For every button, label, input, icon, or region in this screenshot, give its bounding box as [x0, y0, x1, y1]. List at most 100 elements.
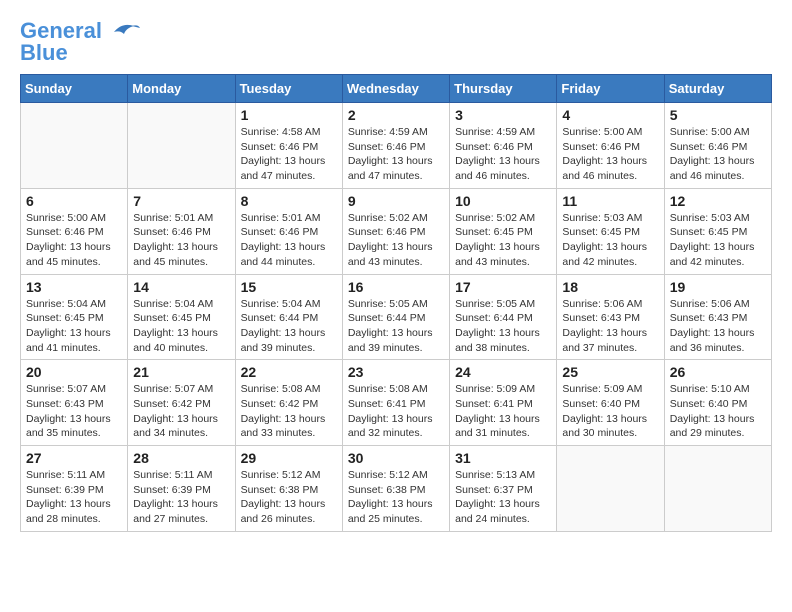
day-number: 9 [348, 193, 444, 209]
day-number: 18 [562, 279, 658, 295]
day-number: 6 [26, 193, 122, 209]
calendar-cell: 30 Sunrise: 5:12 AM Sunset: 6:38 PM Dayli… [342, 446, 449, 532]
page-header: General Blue [20, 20, 772, 64]
weekday-header: Monday [128, 75, 235, 103]
weekday-header: Wednesday [342, 75, 449, 103]
day-info: Sunrise: 5:11 AM Sunset: 6:39 PM Dayligh… [133, 468, 229, 527]
calendar-week-row: 27 Sunrise: 5:11 AM Sunset: 6:39 PM Dayli… [21, 446, 772, 532]
day-info: Sunrise: 5:09 AM Sunset: 6:40 PM Dayligh… [562, 382, 658, 441]
day-number: 13 [26, 279, 122, 295]
calendar-cell: 4 Sunrise: 5:00 AM Sunset: 6:46 PM Daylig… [557, 103, 664, 189]
day-info: Sunrise: 5:06 AM Sunset: 6:43 PM Dayligh… [670, 297, 766, 356]
day-number: 4 [562, 107, 658, 123]
day-info: Sunrise: 5:04 AM Sunset: 6:44 PM Dayligh… [241, 297, 337, 356]
day-number: 20 [26, 364, 122, 380]
calendar-week-row: 13 Sunrise: 5:04 AM Sunset: 6:45 PM Dayli… [21, 274, 772, 360]
day-number: 23 [348, 364, 444, 380]
calendar-cell: 21 Sunrise: 5:07 AM Sunset: 6:42 PM Dayli… [128, 360, 235, 446]
day-number: 2 [348, 107, 444, 123]
day-info: Sunrise: 5:11 AM Sunset: 6:39 PM Dayligh… [26, 468, 122, 527]
calendar-cell [21, 103, 128, 189]
day-info: Sunrise: 5:09 AM Sunset: 6:41 PM Dayligh… [455, 382, 551, 441]
logo-bird-icon [104, 20, 140, 42]
calendar-cell: 11 Sunrise: 5:03 AM Sunset: 6:45 PM Dayli… [557, 188, 664, 274]
day-number: 3 [455, 107, 551, 123]
day-info: Sunrise: 5:00 AM Sunset: 6:46 PM Dayligh… [26, 211, 122, 270]
logo-blue: Blue [20, 42, 68, 64]
calendar-cell: 6 Sunrise: 5:00 AM Sunset: 6:46 PM Daylig… [21, 188, 128, 274]
calendar-header-row: SundayMondayTuesdayWednesdayThursdayFrid… [21, 75, 772, 103]
calendar-week-row: 20Sunrise: 5:07 AM Sunset: 6:43 PM Dayli… [21, 360, 772, 446]
day-number: 25 [562, 364, 658, 380]
day-info: Sunrise: 5:03 AM Sunset: 6:45 PM Dayligh… [562, 211, 658, 270]
day-info: Sunrise: 4:59 AM Sunset: 6:46 PM Dayligh… [348, 125, 444, 184]
day-number: 15 [241, 279, 337, 295]
day-number: 8 [241, 193, 337, 209]
calendar-cell: 27 Sunrise: 5:11 AM Sunset: 6:39 PM Dayli… [21, 446, 128, 532]
calendar-cell: 8 Sunrise: 5:01 AM Sunset: 6:46 PM Daylig… [235, 188, 342, 274]
logo-text: General [20, 20, 102, 42]
day-number: 21 [133, 364, 229, 380]
calendar-cell: 7Sunrise: 5:01 AM Sunset: 6:46 PM Daylig… [128, 188, 235, 274]
calendar-cell: 5 Sunrise: 5:00 AM Sunset: 6:46 PM Daylig… [664, 103, 771, 189]
day-info: Sunrise: 5:05 AM Sunset: 6:44 PM Dayligh… [348, 297, 444, 356]
calendar-cell: 18Sunrise: 5:06 AM Sunset: 6:43 PM Dayli… [557, 274, 664, 360]
weekday-header: Saturday [664, 75, 771, 103]
day-number: 24 [455, 364, 551, 380]
calendar-cell: 13 Sunrise: 5:04 AM Sunset: 6:45 PM Dayli… [21, 274, 128, 360]
calendar-cell: 25 Sunrise: 5:09 AM Sunset: 6:40 PM Dayli… [557, 360, 664, 446]
calendar-cell: 10Sunrise: 5:02 AM Sunset: 6:45 PM Dayli… [450, 188, 557, 274]
day-number: 12 [670, 193, 766, 209]
calendar-cell: 16 Sunrise: 5:05 AM Sunset: 6:44 PM Dayli… [342, 274, 449, 360]
calendar-cell [557, 446, 664, 532]
day-info: Sunrise: 5:08 AM Sunset: 6:41 PM Dayligh… [348, 382, 444, 441]
day-number: 7 [133, 193, 229, 209]
day-info: Sunrise: 5:12 AM Sunset: 6:38 PM Dayligh… [348, 468, 444, 527]
calendar-cell: 2 Sunrise: 4:59 AM Sunset: 6:46 PM Daylig… [342, 103, 449, 189]
day-number: 26 [670, 364, 766, 380]
calendar-cell: 26Sunrise: 5:10 AM Sunset: 6:40 PM Dayli… [664, 360, 771, 446]
calendar-cell: 31Sunrise: 5:13 AM Sunset: 6:37 PM Dayli… [450, 446, 557, 532]
day-info: Sunrise: 5:04 AM Sunset: 6:45 PM Dayligh… [133, 297, 229, 356]
day-info: Sunrise: 5:02 AM Sunset: 6:46 PM Dayligh… [348, 211, 444, 270]
calendar-cell: 3 Sunrise: 4:59 AM Sunset: 6:46 PM Daylig… [450, 103, 557, 189]
day-number: 19 [670, 279, 766, 295]
calendar-cell: 19 Sunrise: 5:06 AM Sunset: 6:43 PM Dayli… [664, 274, 771, 360]
calendar-table: SundayMondayTuesdayWednesdayThursdayFrid… [20, 74, 772, 532]
day-info: Sunrise: 4:58 AM Sunset: 6:46 PM Dayligh… [241, 125, 337, 184]
day-number: 14 [133, 279, 229, 295]
day-number: 22 [241, 364, 337, 380]
day-number: 30 [348, 450, 444, 466]
day-info: Sunrise: 5:01 AM Sunset: 6:46 PM Dayligh… [241, 211, 337, 270]
calendar-cell [664, 446, 771, 532]
day-info: Sunrise: 5:08 AM Sunset: 6:42 PM Dayligh… [241, 382, 337, 441]
day-info: Sunrise: 5:04 AM Sunset: 6:45 PM Dayligh… [26, 297, 122, 356]
day-info: Sunrise: 5:03 AM Sunset: 6:45 PM Dayligh… [670, 211, 766, 270]
weekday-header: Tuesday [235, 75, 342, 103]
day-number: 11 [562, 193, 658, 209]
calendar-cell: 9 Sunrise: 5:02 AM Sunset: 6:46 PM Daylig… [342, 188, 449, 274]
calendar-cell: 22 Sunrise: 5:08 AM Sunset: 6:42 PM Dayli… [235, 360, 342, 446]
day-number: 1 [241, 107, 337, 123]
day-number: 29 [241, 450, 337, 466]
day-info: Sunrise: 5:12 AM Sunset: 6:38 PM Dayligh… [241, 468, 337, 527]
day-number: 16 [348, 279, 444, 295]
day-number: 27 [26, 450, 122, 466]
day-number: 17 [455, 279, 551, 295]
day-info: Sunrise: 5:00 AM Sunset: 6:46 PM Dayligh… [670, 125, 766, 184]
weekday-header: Friday [557, 75, 664, 103]
calendar-cell: 20Sunrise: 5:07 AM Sunset: 6:43 PM Dayli… [21, 360, 128, 446]
calendar-cell: 29 Sunrise: 5:12 AM Sunset: 6:38 PM Dayli… [235, 446, 342, 532]
calendar-week-row: 1 Sunrise: 4:58 AM Sunset: 6:46 PM Daylig… [21, 103, 772, 189]
calendar-cell: 24 Sunrise: 5:09 AM Sunset: 6:41 PM Dayli… [450, 360, 557, 446]
calendar-cell: 17 Sunrise: 5:05 AM Sunset: 6:44 PM Dayli… [450, 274, 557, 360]
day-info: Sunrise: 5:05 AM Sunset: 6:44 PM Dayligh… [455, 297, 551, 356]
day-number: 5 [670, 107, 766, 123]
calendar-cell: 15 Sunrise: 5:04 AM Sunset: 6:44 PM Dayli… [235, 274, 342, 360]
day-number: 28 [133, 450, 229, 466]
day-info: Sunrise: 5:07 AM Sunset: 6:42 PM Dayligh… [133, 382, 229, 441]
day-info: Sunrise: 5:00 AM Sunset: 6:46 PM Dayligh… [562, 125, 658, 184]
calendar-cell: 28 Sunrise: 5:11 AM Sunset: 6:39 PM Dayli… [128, 446, 235, 532]
calendar-cell: 12 Sunrise: 5:03 AM Sunset: 6:45 PM Dayli… [664, 188, 771, 274]
day-info: Sunrise: 4:59 AM Sunset: 6:46 PM Dayligh… [455, 125, 551, 184]
